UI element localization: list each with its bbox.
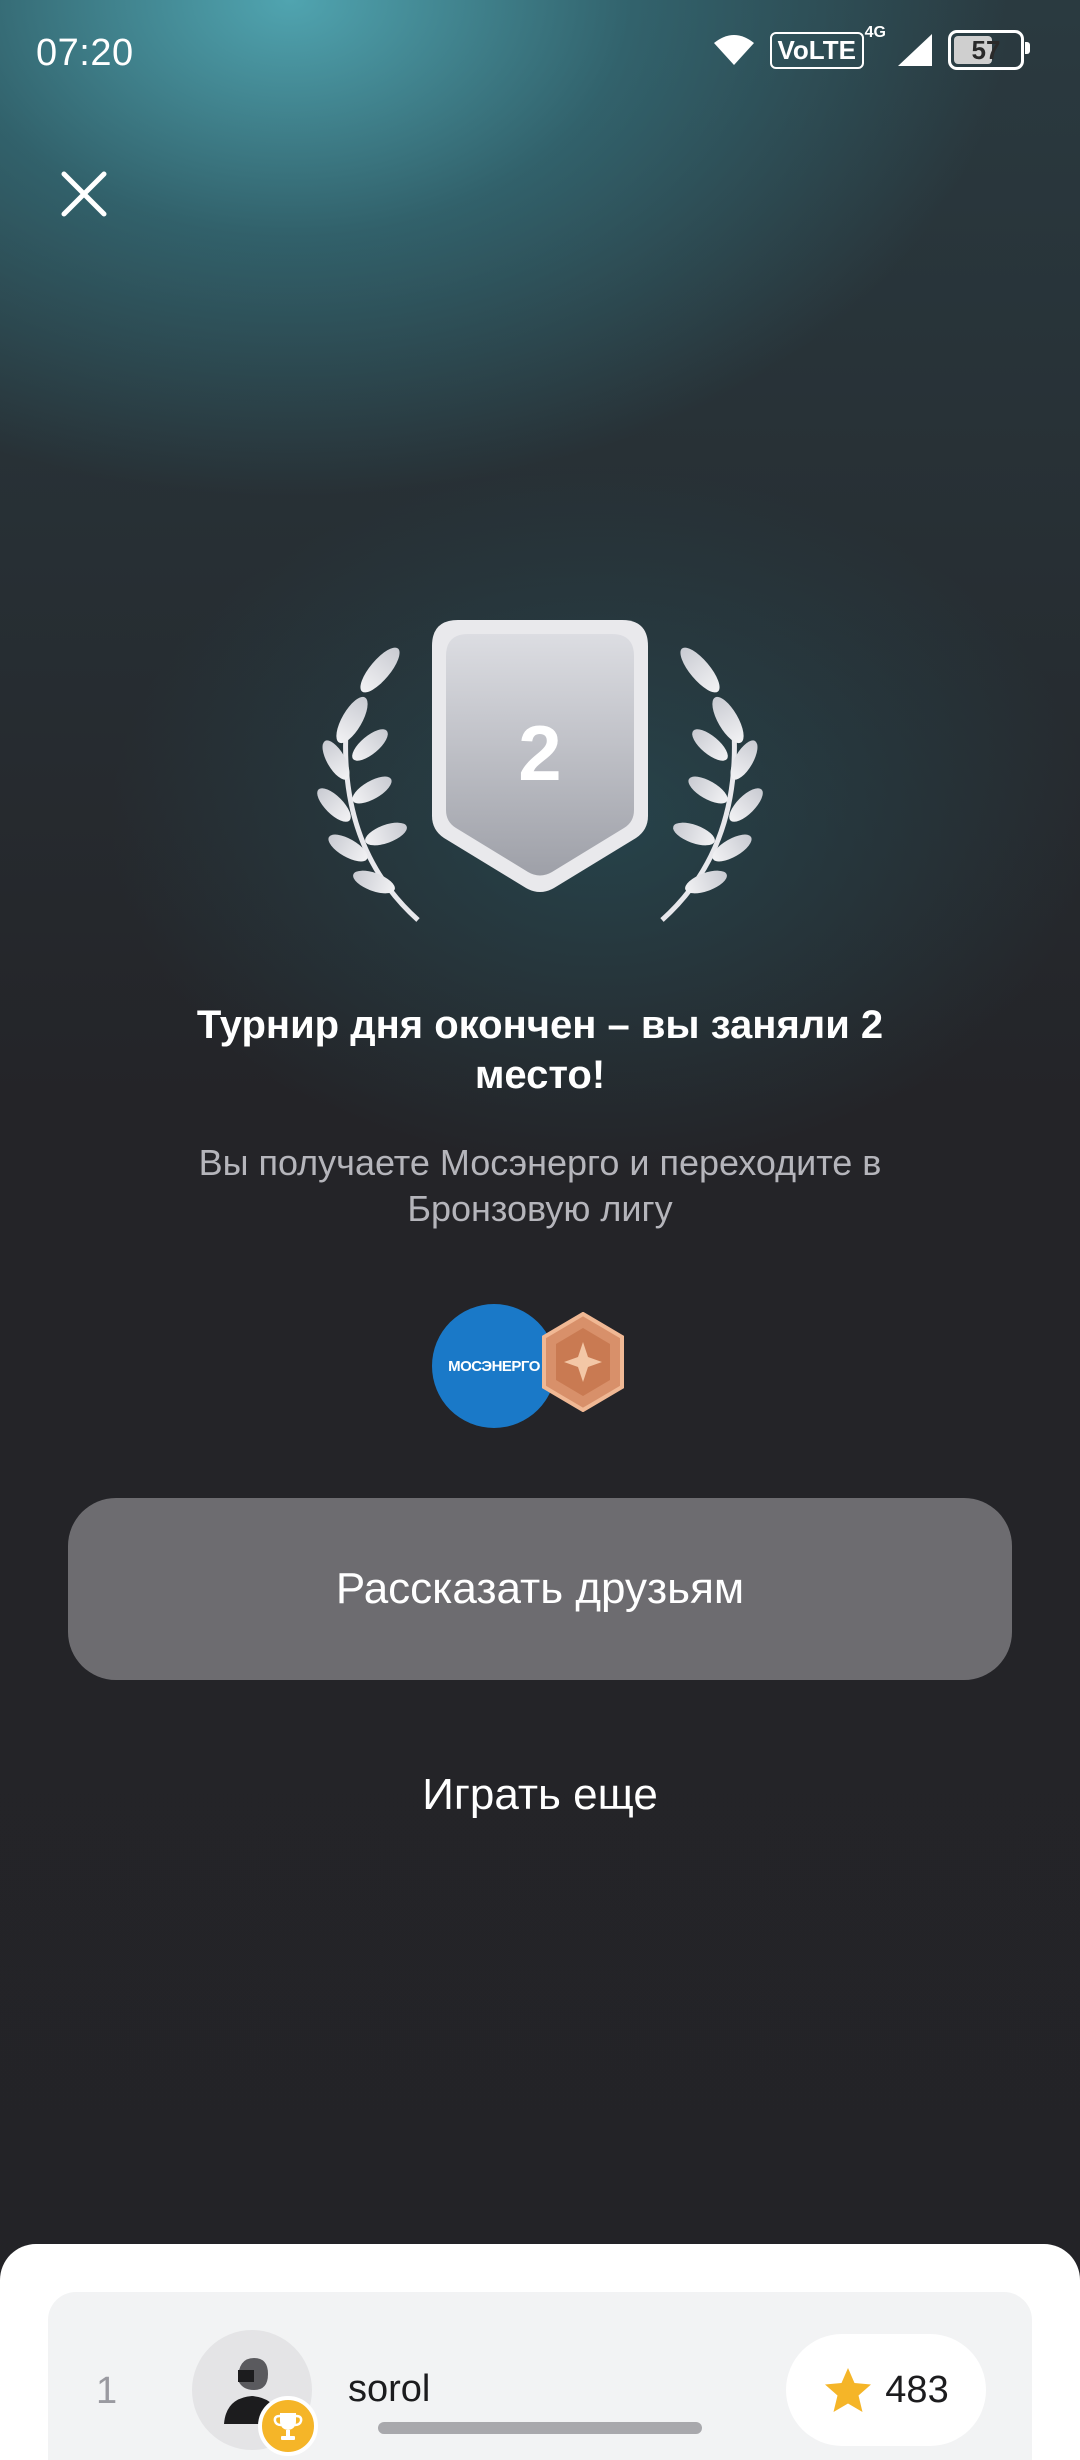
row-username: sorol: [348, 2368, 431, 2410]
close-icon[interactable]: [56, 166, 112, 222]
status-time: 07:20: [36, 32, 134, 74]
play-more-link[interactable]: Играть еще: [340, 1770, 740, 1830]
battery-level: 57: [971, 34, 1001, 65]
signal-icon: [898, 34, 932, 66]
wifi-icon: [713, 35, 754, 65]
battery-icon: 57: [948, 30, 1030, 70]
home-indicator[interactable]: [378, 2422, 702, 2434]
trophy-icon: [258, 2396, 318, 2456]
sponsor-logo: МОСЭНЕРГО: [432, 1304, 556, 1428]
laurel-icon: [317, 647, 420, 922]
row-score-value: 483: [885, 2368, 949, 2411]
sponsor-logo-text: МОСЭНЕРГО: [448, 1357, 540, 1375]
place-emblem: 2: [317, 620, 763, 922]
network-gen-label: 4G: [864, 23, 886, 41]
laurel-icon: [660, 647, 763, 922]
status-icons: VoLTE 4G 57: [712, 24, 1030, 70]
place-shield: 2: [432, 620, 648, 892]
row-rank: 1: [96, 2370, 118, 2412]
status-bar: 07:20 VoLTE 4G 57: [0, 0, 1080, 110]
volte-indicator: VoLTE 4G: [769, 24, 886, 69]
volte-label: VoLTE: [777, 34, 856, 65]
share-with-friends-button[interactable]: Рассказать друзьям: [68, 1498, 1012, 1680]
place-number: 2: [518, 709, 561, 797]
star-icon: [825, 2368, 872, 2412]
result-subtitle: Вы получаете Мосэнерго и переходите в Бр…: [198, 1142, 882, 1229]
row-score-pill: 483: [786, 2334, 986, 2446]
result-title: Турнир дня окончен – вы заняли 2 место!: [196, 1003, 884, 1097]
bronze-league-badge-icon: [542, 1312, 624, 1412]
